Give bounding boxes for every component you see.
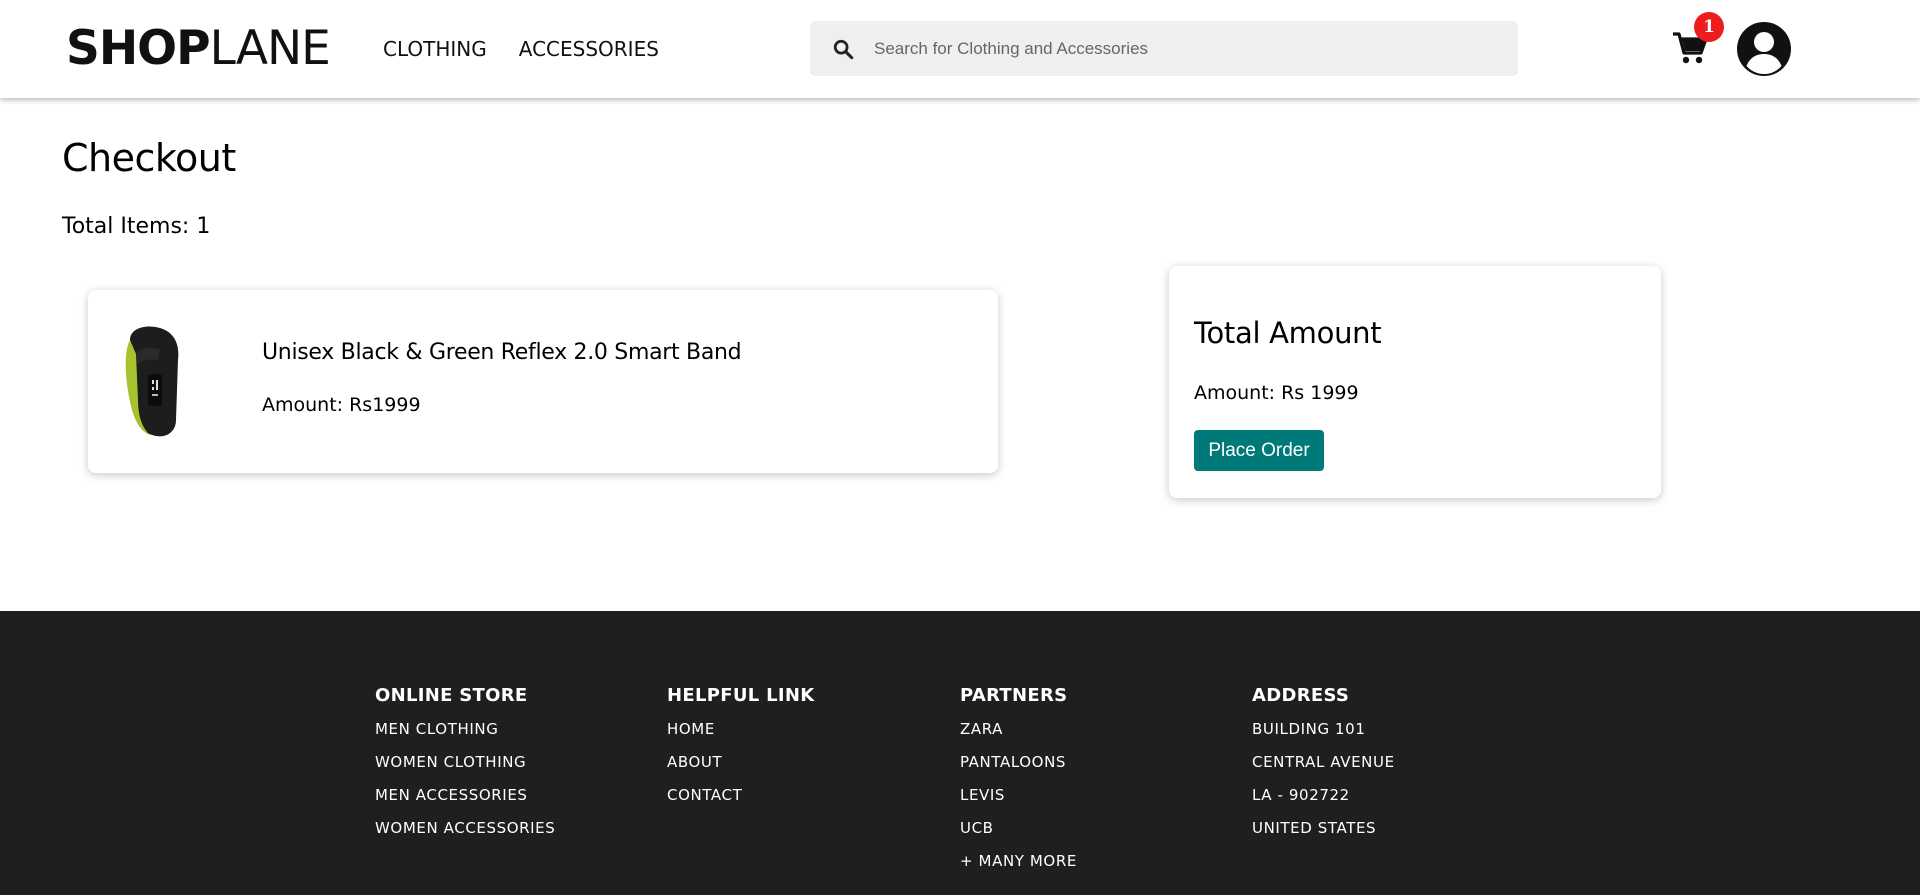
footer-link[interactable]: WOMEN CLOTHING	[375, 753, 555, 771]
top-header: SHOPLANE CLOTHING ACCESSORIES 1	[0, 0, 1920, 98]
user-circle-icon[interactable]	[1736, 21, 1792, 77]
product-image[interactable]	[116, 320, 196, 440]
footer-column-address: ADDRESS BUILDING 101 CENTRAL AVENUE LA -…	[1252, 685, 1395, 852]
main-nav: CLOTHING ACCESSORIES	[383, 36, 659, 62]
footer-link[interactable]: ABOUT	[667, 753, 814, 771]
product-amount: Amount: Rs1999	[262, 394, 421, 416]
footer-column-helpful-link: HELPFUL LINK HOME ABOUT CONTACT	[667, 685, 814, 819]
cart-item-card: Unisex Black & Green Reflex 2.0 Smart Ba…	[88, 290, 998, 473]
cart-count-badge: 1	[1694, 12, 1724, 42]
address-line: LA - 902722	[1252, 786, 1350, 804]
logo-bold-text: SHOP	[66, 21, 211, 76]
footer-link[interactable]: MEN CLOTHING	[375, 720, 555, 738]
footer-heading: HELPFUL LINK	[667, 685, 815, 706]
footer-link[interactable]: CONTACT	[667, 786, 814, 804]
footer-heading: PARTNERS	[960, 685, 1068, 706]
search-bar	[810, 21, 1518, 76]
search-input[interactable]	[874, 21, 1504, 76]
total-amount-value: Amount: Rs 1999	[1194, 382, 1359, 404]
footer-link[interactable]: + MANY MORE	[960, 852, 1077, 870]
footer-column-online-store: ONLINE STORE MEN CLOTHING WOMEN CLOTHING…	[375, 685, 555, 852]
address-line: UNITED STATES	[1252, 819, 1377, 837]
nav-clothing[interactable]: CLOTHING	[383, 36, 487, 62]
total-amount-heading: Total Amount	[1194, 316, 1382, 350]
nav-accessories[interactable]: ACCESSORIES	[519, 36, 659, 62]
total-items-count: Total Items: 1	[62, 214, 211, 239]
footer-link[interactable]: WOMEN ACCESSORIES	[375, 819, 555, 837]
order-summary-card: Total Amount Amount: Rs 1999 Place Order	[1169, 266, 1661, 498]
footer-heading: ONLINE STORE	[375, 685, 528, 706]
place-order-button[interactable]: Place Order	[1194, 430, 1324, 471]
footer-link[interactable]: LEVIS	[960, 786, 1077, 804]
footer-link[interactable]: HOME	[667, 720, 814, 738]
footer-link[interactable]: PANTALOONS	[960, 753, 1077, 771]
site-footer: ONLINE STORE MEN CLOTHING WOMEN CLOTHING…	[0, 611, 1920, 895]
logo-light-text: LANE	[209, 21, 331, 76]
footer-link[interactable]: UCB	[960, 819, 1077, 837]
page-title: Checkout	[62, 136, 236, 180]
product-name[interactable]: Unisex Black & Green Reflex 2.0 Smart Ba…	[262, 340, 742, 365]
search-icon[interactable]	[832, 38, 854, 60]
footer-link[interactable]: ZARA	[960, 720, 1077, 738]
footer-column-partners: PARTNERS ZARA PANTALOONS LEVIS UCB + MAN…	[960, 685, 1077, 885]
footer-heading: ADDRESS	[1252, 685, 1350, 706]
footer-link[interactable]: MEN ACCESSORIES	[375, 786, 555, 804]
address-line: CENTRAL AVENUE	[1252, 753, 1395, 771]
address-line: BUILDING 101	[1252, 720, 1366, 738]
shoplane-logo[interactable]: SHOPLANE	[66, 20, 331, 78]
